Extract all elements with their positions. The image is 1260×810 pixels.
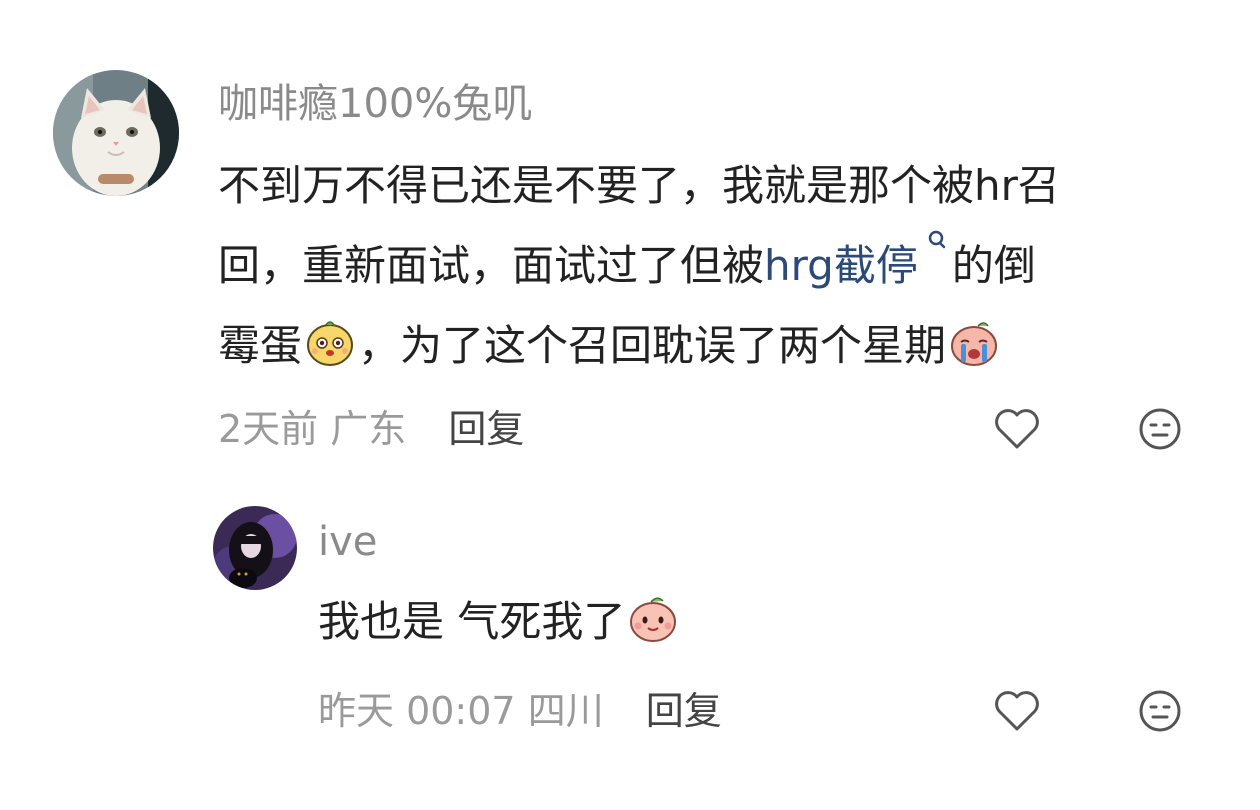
reply-body: 我也是 气死我了	[318, 582, 1178, 662]
comment-location: 广东	[330, 407, 407, 451]
smiling-mango-emoji	[304, 316, 356, 368]
neutral-face-icon[interactable]	[1134, 685, 1186, 737]
neutral-face-icon[interactable]	[1134, 403, 1186, 455]
comment-line: 回，重新面试，面试过了但被hrg截停 的倒	[218, 226, 1203, 306]
cat-avatar[interactable]	[53, 70, 179, 196]
reply-button[interactable]: 回复	[448, 407, 524, 451]
heart-icon[interactable]	[991, 403, 1043, 455]
crying-peach-emoji	[948, 316, 1000, 368]
dark-girl-avatar-icon	[213, 506, 297, 590]
search-link-icon[interactable]	[924, 226, 952, 266]
cat-avatar-icon	[53, 70, 179, 196]
comment-body: 不到万不得已还是不要了，我就是那个被hr召 回，重新面试，面试过了但被hrg截停…	[218, 146, 1203, 386]
comment-time: 2天前	[218, 407, 319, 451]
comment-line: 霉蛋 ，为了这个召回耽误了两个星期	[218, 306, 1203, 386]
reply-time: 昨天 00:07	[318, 689, 516, 733]
smiling-peach-emoji	[627, 592, 679, 644]
dark-girl-avatar[interactable]	[213, 506, 297, 590]
comment-line: 不到万不得已还是不要了，我就是那个被hr召	[218, 161, 1060, 210]
comment-text: 霉蛋	[218, 321, 303, 370]
reply-location: 四川	[527, 689, 604, 733]
comment-text: 的倒	[951, 241, 1036, 290]
heart-icon[interactable]	[991, 685, 1043, 737]
reply-username[interactable]: ive	[318, 522, 377, 562]
reply-button[interactable]: 回复	[646, 689, 722, 733]
reply-text: 我也是 气死我了	[318, 597, 626, 646]
comment-text: ，为了这个召回耽误了两个星期	[358, 321, 947, 370]
search-link[interactable]: hrg截停	[764, 241, 918, 290]
comment-text: 回，重新面试，面试过了但被	[218, 241, 765, 290]
reply-meta: 昨天 00:07 四川 回复	[318, 692, 722, 730]
username[interactable]: 咖啡瘾100%兔叽	[218, 84, 532, 124]
comment-meta: 2天前 广东 回复	[218, 410, 524, 448]
reply-line: 我也是 气死我了	[318, 582, 1178, 662]
